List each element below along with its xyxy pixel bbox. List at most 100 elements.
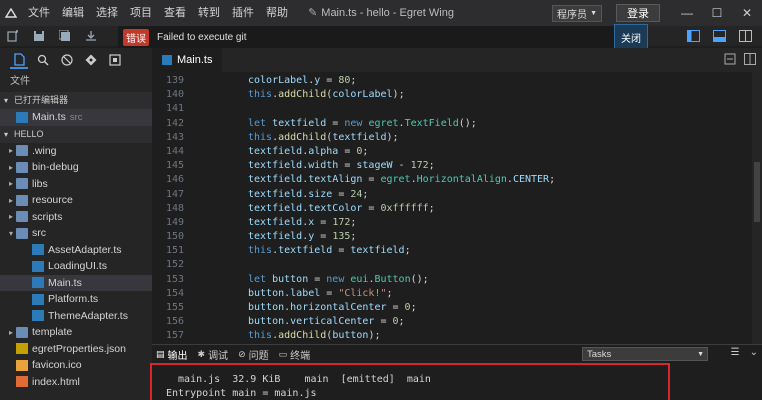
code-text: let button = new eui.Button(); [248,273,429,285]
explorer-icon[interactable] [10,51,28,69]
maximize-button[interactable]: ☐ [702,0,732,26]
split-editor-icon[interactable] [732,26,758,46]
collapse-panel-icon[interactable]: ⌄ [750,347,758,358]
new-project-icon[interactable] [0,26,26,46]
git-icon[interactable] [82,51,100,69]
tree-item-libs[interactable]: ▸ libs [0,176,152,193]
panel-tab-output[interactable]: ▤ 输出 [156,347,188,362]
chevron-right-icon: ▸ [8,162,13,172]
code-line: 140 this.addChild(colorLabel); [152,88,762,102]
menu-view[interactable]: 查看 [158,0,192,26]
chevron-down-icon: ▼ [590,9,597,17]
menu-file[interactable]: 文件 [22,0,56,26]
line-number: 142 [165,117,184,129]
panel-tab-terminal[interactable]: ▭ 终端 [279,347,311,362]
error-message: Failed to execute git [157,31,247,43]
login-button[interactable]: 登录 [616,4,660,22]
extensions-icon[interactable] [106,51,124,69]
toggle-panel-icon[interactable] [706,26,732,46]
code-line: 141 [152,102,762,116]
role-select[interactable]: 程序员 ▼ [552,4,602,22]
panel-tab-label: 终端 [290,350,311,362]
minimize-button[interactable]: — [672,0,702,26]
save-all-icon[interactable] [52,26,78,46]
code-text: button.verticalCenter = 0; [248,316,405,328]
menu-goto[interactable]: 转到 [192,0,226,26]
code-line: 149 textfield.x = 172; [152,216,762,230]
open-editor-item[interactable]: Main.ts src [0,109,152,126]
open-changes-icon[interactable] [724,53,736,68]
tree-item-loadingui-ts[interactable]: LoadingUI.ts [0,258,152,275]
menu-help[interactable]: 帮助 [260,0,294,26]
panel-tab-debug[interactable]: ✱ 调试 [198,347,229,362]
chevron-down-icon: ▾ [8,228,13,238]
code-view[interactable]: 139 colorLabel.y = 80; 140 this.addChild(co… [152,72,762,358]
tree-item-scripts[interactable]: ▸ scripts [0,209,152,226]
code-line: 146 textfield.textAlign = egret.Horizonta… [152,173,762,187]
file-tree: ▸ .wing ▸ bin-debug ▸ libs ▸ resource ▸ scripts ▾ s… [0,143,152,391]
tree-item-egretproperties-json[interactable]: egretProperties.json [0,341,152,358]
menu-plugins[interactable]: 插件 [226,0,260,26]
bottom-panel: ▤ 输出 ✱ 调试 ⊘ 问题 ▭ 终端 Tasks ▼ ☰ ⌄ main.js 32.9 Ki… [150,344,762,400]
tree-item-template[interactable]: ▸ template [0,324,152,341]
tree-item-label: ThemeAdapter.ts [48,309,128,322]
tree-item-label: Main.ts [48,276,82,289]
menu-select[interactable]: 选择 [90,0,124,26]
code-line: 142 let textfield = new egret.TextField()… [152,117,762,131]
menu-bar: 文件 编辑 选择 项目 查看 转到 插件 帮助 ✎ Main.ts - hello… [0,0,762,26]
publish-icon[interactable] [78,26,104,46]
split-editor-icon[interactable] [744,52,756,68]
search-icon[interactable] [34,51,52,69]
tree-item-main-ts[interactable]: Main.ts [0,274,152,291]
panel-tab-label: 调试 [208,350,229,362]
folder-icon [16,145,28,157]
tree-item-bin-debug[interactable]: ▸ bin-debug [0,159,152,176]
line-number: 156 [165,316,184,328]
tree-item-wing[interactable]: ▸ .wing [0,143,152,160]
tree-item-src[interactable]: ▾ src [0,225,152,242]
output-icon: ▤ [156,348,165,359]
close-window-button[interactable]: ✕ [732,0,762,26]
project-header[interactable]: ▾ HELLO [0,125,152,143]
line-number: 153 [165,273,184,285]
close-notification-button[interactable]: 关闭 [614,24,648,50]
panel-tab-problems[interactable]: ⊘ 问题 [238,347,269,362]
code-text: textfield.alpha = 0; [248,145,369,157]
line-number: 139 [165,75,184,86]
code-line: 147 textfield.size = 24; [152,188,762,202]
code-line: 156 button.verticalCenter = 0; [152,315,762,329]
toggle-sidebar-icon[interactable] [680,26,706,46]
tree-item-index-html[interactable]: index.html [0,374,152,391]
line-number: 146 [165,174,184,186]
code-line: 153 let button = new eui.Button(); [152,273,762,287]
save-icon[interactable] [26,26,52,46]
tree-item-platform-ts[interactable]: Platform.ts [0,291,152,308]
tree-item-assetadapter-ts[interactable]: AssetAdapter.ts [0,242,152,259]
tab-label: Main.ts [177,54,213,66]
folder-icon [16,194,28,206]
clear-output-icon[interactable]: ☰ [731,347,740,358]
folder-icon [16,178,28,190]
tasks-select[interactable]: Tasks ▼ [582,347,708,361]
open-editors-header[interactable]: ▾ 已打开编辑器 [0,92,152,109]
open-editor-name: Main.ts [32,111,66,124]
tab-main-ts[interactable]: Main.ts [152,48,223,72]
folder-icon [16,227,28,239]
html-file-icon [16,376,28,388]
menu-project[interactable]: 项目 [124,0,158,26]
editor-tab-bar: Main.ts [152,48,762,72]
scrollbar-thumb[interactable] [754,162,760,222]
open-editors-label: 已打开编辑器 [14,95,69,105]
tree-item-themeadapter-ts[interactable]: ThemeAdapter.ts [0,308,152,325]
tree-item-resource[interactable]: ▸ resource [0,192,152,209]
debug-icon: ✱ [197,348,206,359]
editor-scrollbar[interactable] [752,72,762,344]
code-text: colorLabel.y = 80; [248,75,357,86]
code-text: textfield.x = 172; [248,216,357,228]
debug-icon[interactable] [58,51,76,69]
line-number: 144 [165,145,184,157]
tree-item-label: resource [32,194,73,207]
tree-item-favicon-ico[interactable]: favicon.ico [0,357,152,374]
menu-edit[interactable]: 编辑 [56,0,90,26]
folder-icon [16,326,28,338]
